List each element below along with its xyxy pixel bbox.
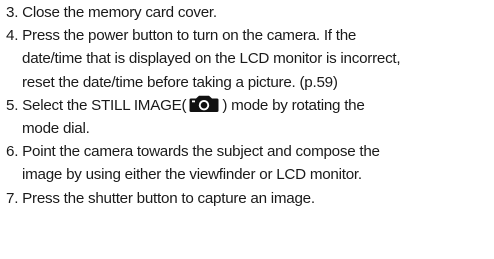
step-5-text-before-icon: 5. Select the STILL IMAGE( — [6, 96, 187, 114]
step-3: 3. Close the memory card cover. — [6, 1, 492, 24]
step-5: 5. Select the STILL IMAGE( ) mode by rot… — [6, 93, 492, 140]
step-5-line-1: 5. Select the STILL IMAGE( ) mode by rot… — [6, 93, 492, 117]
step-6-line-1: 6. Point the camera towards the subject … — [6, 143, 380, 161]
step-6-line-2: image by using either the viewfinder or … — [22, 166, 362, 184]
step-7: 7. Press the shutter button to capture a… — [6, 187, 492, 210]
instruction-steps: 3. Close the memory card cover. 4. Press… — [6, 1, 492, 210]
step-4-line-1: 4. Press the power button to turn on the… — [6, 27, 357, 45]
camera-icon — [187, 93, 222, 113]
step-3-line-1: 3. Close the memory card cover. — [6, 4, 217, 21]
step-4: 4. Press the power button to turn on the… — [6, 24, 492, 94]
step-7-line-1: 7. Press the shutter button to capture a… — [6, 189, 315, 207]
step-6: 6. Point the camera towards the subject … — [6, 140, 492, 186]
step-5-line-2: mode dial. — [22, 120, 90, 138]
step-5-text-after-icon: ) mode by rotating the — [222, 96, 365, 114]
step-4-line-3: reset the date/time before taking a pict… — [22, 73, 338, 91]
step-4-line-2: date/time that is displayed on the LCD m… — [22, 50, 401, 68]
